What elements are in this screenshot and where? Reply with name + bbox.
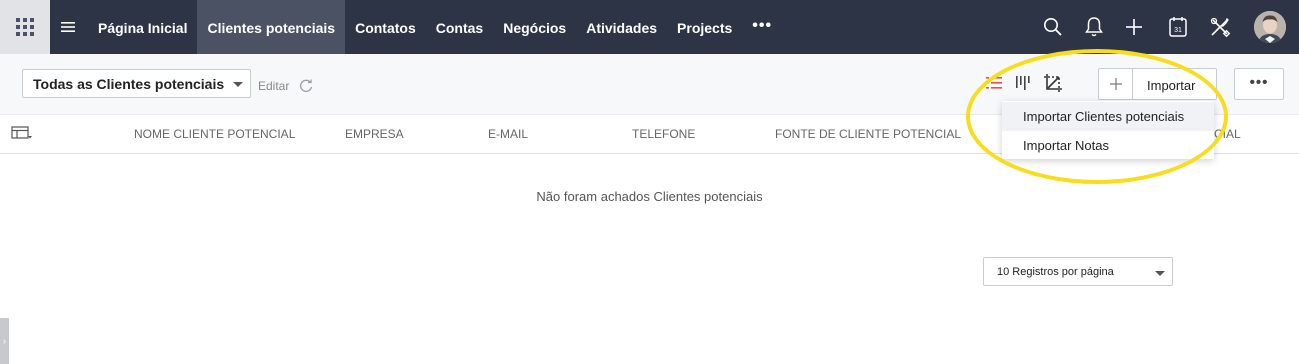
- menu-item-import-notes[interactable]: Importar Notas: [1002, 131, 1214, 160]
- tools-icon[interactable]: [1207, 14, 1233, 40]
- tab-atividades[interactable]: Atividades: [576, 0, 667, 54]
- top-navigation-bar: Página Inicial Clientes potenciais Conta…: [0, 0, 1299, 54]
- plus-icon[interactable]: [1121, 14, 1147, 40]
- empty-state-message: Não foram achados Clientes potenciais: [536, 189, 763, 204]
- chevron-down-icon: [233, 82, 243, 87]
- tab-contas[interactable]: Contas: [426, 0, 493, 54]
- create-plus-icon[interactable]: [1099, 69, 1133, 99]
- import-button[interactable]: Importar: [1147, 78, 1195, 93]
- search-icon[interactable]: [1040, 14, 1066, 40]
- refresh-icon[interactable]: [298, 78, 314, 94]
- column-header-nome[interactable]: NOME CLIENTE POTENCIAL: [134, 127, 295, 141]
- more-tabs-button[interactable]: •••: [742, 0, 782, 54]
- column-header-email[interactable]: E-MAIL: [488, 127, 528, 141]
- more-actions-button[interactable]: •••: [1234, 68, 1284, 100]
- column-settings-icon[interactable]: [11, 126, 33, 140]
- calendar-day: 31: [1174, 27, 1182, 34]
- list-view-icon[interactable]: [983, 72, 1005, 94]
- bell-icon[interactable]: [1081, 14, 1107, 40]
- column-header-telefone[interactable]: TELEFONE: [632, 127, 695, 141]
- edit-view-link[interactable]: Editar: [258, 79, 289, 93]
- column-header-empresa[interactable]: EMPRESA: [345, 127, 404, 141]
- menu-icon[interactable]: [58, 17, 78, 37]
- tab-projects[interactable]: Projects: [667, 0, 742, 54]
- import-dropdown-menu: Importar Clientes potenciais Importar No…: [1002, 101, 1214, 159]
- records-per-page-select[interactable]: 10 Registros por página: [983, 257, 1173, 286]
- import-button-group: Importar: [1098, 68, 1217, 100]
- column-header-fonte[interactable]: FONTE DE CLIENTE POTENCIAL: [775, 127, 961, 141]
- records-per-page-value: 10 Registros por página: [997, 266, 1114, 278]
- side-panel-expand-handle[interactable]: ›: [0, 318, 9, 364]
- avatar[interactable]: [1254, 11, 1286, 43]
- view-select[interactable]: Todas as Clientes potenciais: [22, 69, 251, 98]
- column-header-partial[interactable]: CIAL: [1214, 127, 1241, 141]
- module-tabs: Página Inicial Clientes potenciais Conta…: [88, 0, 782, 54]
- view-select-value: Todas as Clientes potenciais: [33, 76, 225, 92]
- chevron-down-icon: [1155, 271, 1165, 276]
- tab-pagina-inicial[interactable]: Página Inicial: [88, 0, 197, 54]
- apps-grid-icon[interactable]: [0, 0, 50, 54]
- tab-negocios[interactable]: Negócios: [493, 0, 576, 54]
- canvas-view-icon[interactable]: [1042, 72, 1064, 94]
- tab-clientes-potenciais[interactable]: Clientes potenciais: [197, 0, 346, 54]
- tab-contatos[interactable]: Contatos: [345, 0, 426, 54]
- menu-item-import-leads[interactable]: Importar Clientes potenciais: [1002, 102, 1214, 131]
- calendar-icon[interactable]: 31: [1165, 14, 1191, 40]
- kanban-view-icon[interactable]: [1012, 72, 1034, 94]
